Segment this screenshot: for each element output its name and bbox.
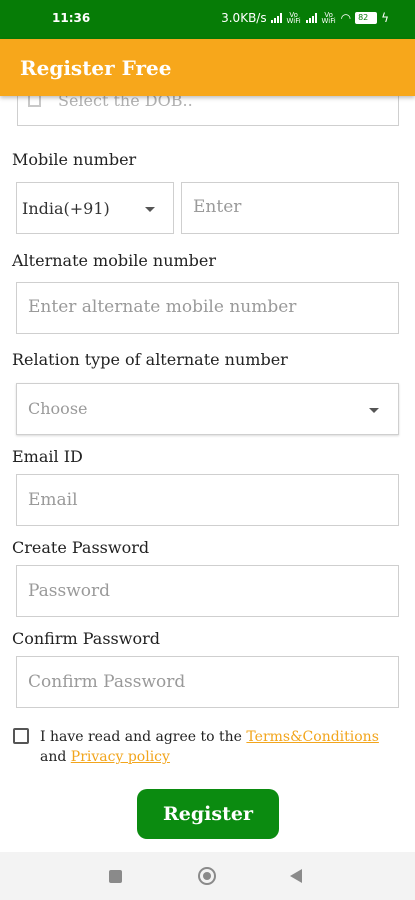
password-input[interactable]: Password	[16, 565, 399, 617]
status-bar: 11:36 3.0KB/s Vo WiFi Vo WiFi ◠ 82 ϟ	[0, 0, 415, 39]
mobile-placeholder: Enter	[193, 197, 242, 217]
confirm-password-input[interactable]: Confirm Password	[16, 656, 399, 708]
signal-icon-2	[305, 13, 317, 23]
relation-select[interactable]: Choose	[16, 383, 399, 435]
page-title: Register Free	[20, 56, 172, 80]
terms-link[interactable]: Terms&Conditions	[246, 729, 378, 745]
app-bar: Register Free	[0, 39, 415, 96]
email-label: Email ID	[12, 447, 83, 466]
home-icon[interactable]	[198, 867, 216, 885]
wifi-icon: ◠	[340, 11, 352, 25]
back-icon[interactable]	[290, 869, 302, 883]
navigation-bar	[0, 852, 415, 900]
alternate-mobile-placeholder: Enter alternate mobile number	[28, 297, 297, 317]
status-icons: 3.0KB/s Vo WiFi Vo WiFi ◠ 82 ϟ	[221, 11, 389, 25]
password-placeholder: Password	[28, 581, 111, 601]
agreement-text: I have read and agree to the Terms&Condi…	[40, 727, 400, 767]
battery-level: 82	[358, 13, 369, 22]
volte-icon-2: Vo WiFi	[321, 11, 336, 25]
password-label: Create Password	[12, 538, 150, 557]
chevron-down-icon	[145, 207, 155, 212]
mobile-input[interactable]: Enter	[181, 182, 399, 234]
signal-icon	[270, 13, 282, 23]
agree-checkbox[interactable]	[13, 728, 29, 744]
relation-placeholder: Choose	[28, 399, 88, 418]
email-placeholder: Email	[28, 490, 78, 510]
alternate-mobile-label: Alternate mobile number	[12, 251, 217, 270]
recents-icon[interactable]	[109, 870, 122, 883]
mobile-label: Mobile number	[12, 150, 137, 169]
confirm-password-label: Confirm Password	[12, 629, 160, 648]
volte-icon: Vo WiFi	[286, 11, 301, 25]
agreement-prefix: I have read and agree to the	[40, 729, 247, 745]
country-code-select[interactable]: India(+91)	[16, 182, 174, 234]
privacy-policy-link[interactable]: Privacy policy	[71, 749, 170, 765]
agreement-and: and	[40, 749, 67, 765]
charging-icon: ϟ	[381, 11, 389, 25]
battery-icon: 82	[355, 12, 378, 24]
country-code-value: India(+91)	[22, 199, 110, 218]
relation-label: Relation type of alternate number	[12, 350, 288, 369]
alternate-mobile-input[interactable]: Enter alternate mobile number	[16, 282, 399, 334]
register-button[interactable]: Register	[137, 789, 279, 839]
chevron-down-icon	[369, 408, 379, 413]
network-speed: 3.0KB/s	[221, 11, 267, 25]
email-input[interactable]: Email	[16, 474, 399, 526]
confirm-password-placeholder: Confirm Password	[28, 672, 186, 692]
status-time: 11:36	[52, 11, 91, 25]
